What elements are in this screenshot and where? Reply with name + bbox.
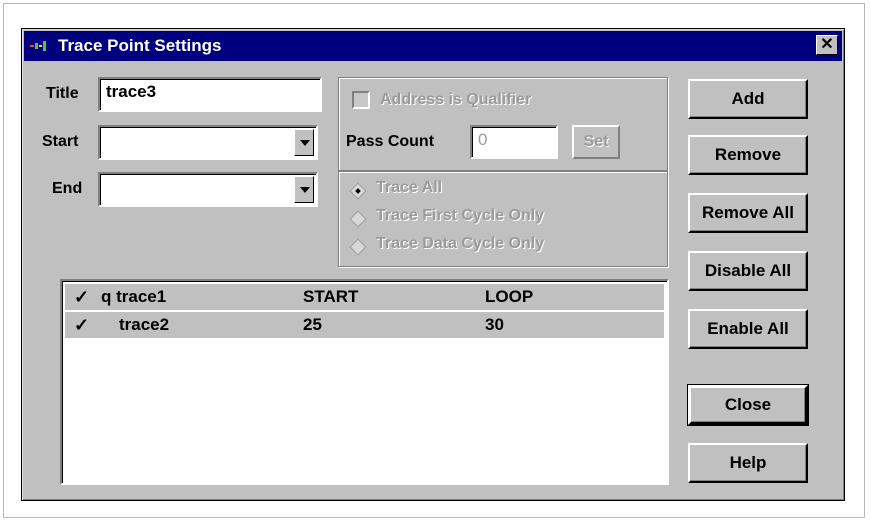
table-row[interactable]: ✓ trace2 25 30 [65, 312, 664, 338]
end-label: End [52, 180, 83, 197]
remove-all-button[interactable]: Remove All [688, 193, 808, 233]
check-icon[interactable]: ✓ [74, 287, 89, 308]
address-qualifier-checkbox[interactable] [352, 91, 370, 109]
close-icon[interactable]: ✕ [816, 35, 838, 55]
address-qualifier-label: Address is Qualifier [380, 91, 532, 108]
close-button[interactable]: Close [687, 384, 809, 426]
window-title: Trace Point Settings [58, 36, 222, 55]
end-combo[interactable] [98, 172, 318, 207]
remove-button[interactable]: Remove [688, 135, 808, 175]
row-end: 30 [485, 315, 504, 334]
set-button[interactable]: Set [572, 125, 620, 159]
pass-count-label: Pass Count [346, 133, 435, 150]
trace-list[interactable]: ✓ q trace1 START LOOP ✓ trace2 25 30 [60, 279, 669, 485]
start-label: Start [42, 133, 79, 150]
chevron-down-icon[interactable] [294, 176, 314, 203]
row-name: q trace1 [101, 287, 167, 306]
row-start: START [303, 287, 359, 306]
app-icon [30, 41, 46, 51]
row-end: LOOP [485, 287, 534, 306]
title-bar[interactable]: Trace Point Settings ✕ [24, 31, 842, 61]
add-button[interactable]: Add [688, 79, 808, 119]
chevron-down-icon[interactable] [294, 129, 314, 156]
trace-point-settings-dialog: Trace Point Settings ✕ Title trace3 Star… [21, 28, 845, 501]
table-row[interactable]: ✓ q trace1 START LOOP [65, 284, 664, 310]
row-start: 25 [303, 315, 322, 334]
trace-first-cycle-label: Trace First Cycle Only [376, 207, 545, 224]
title-label: Title [46, 85, 79, 102]
disable-all-button[interactable]: Disable All [688, 251, 808, 291]
trace-all-label: Trace All [376, 179, 443, 196]
row-name: trace2 [119, 315, 170, 334]
title-input[interactable]: trace3 [98, 77, 322, 112]
help-button[interactable]: Help [688, 443, 808, 483]
enable-all-button[interactable]: Enable All [688, 309, 808, 349]
pass-count-input[interactable]: 0 [470, 125, 558, 159]
trace-data-cycle-label: Trace Data Cycle Only [376, 235, 545, 252]
start-combo[interactable] [98, 125, 318, 160]
check-icon[interactable]: ✓ [74, 315, 89, 336]
